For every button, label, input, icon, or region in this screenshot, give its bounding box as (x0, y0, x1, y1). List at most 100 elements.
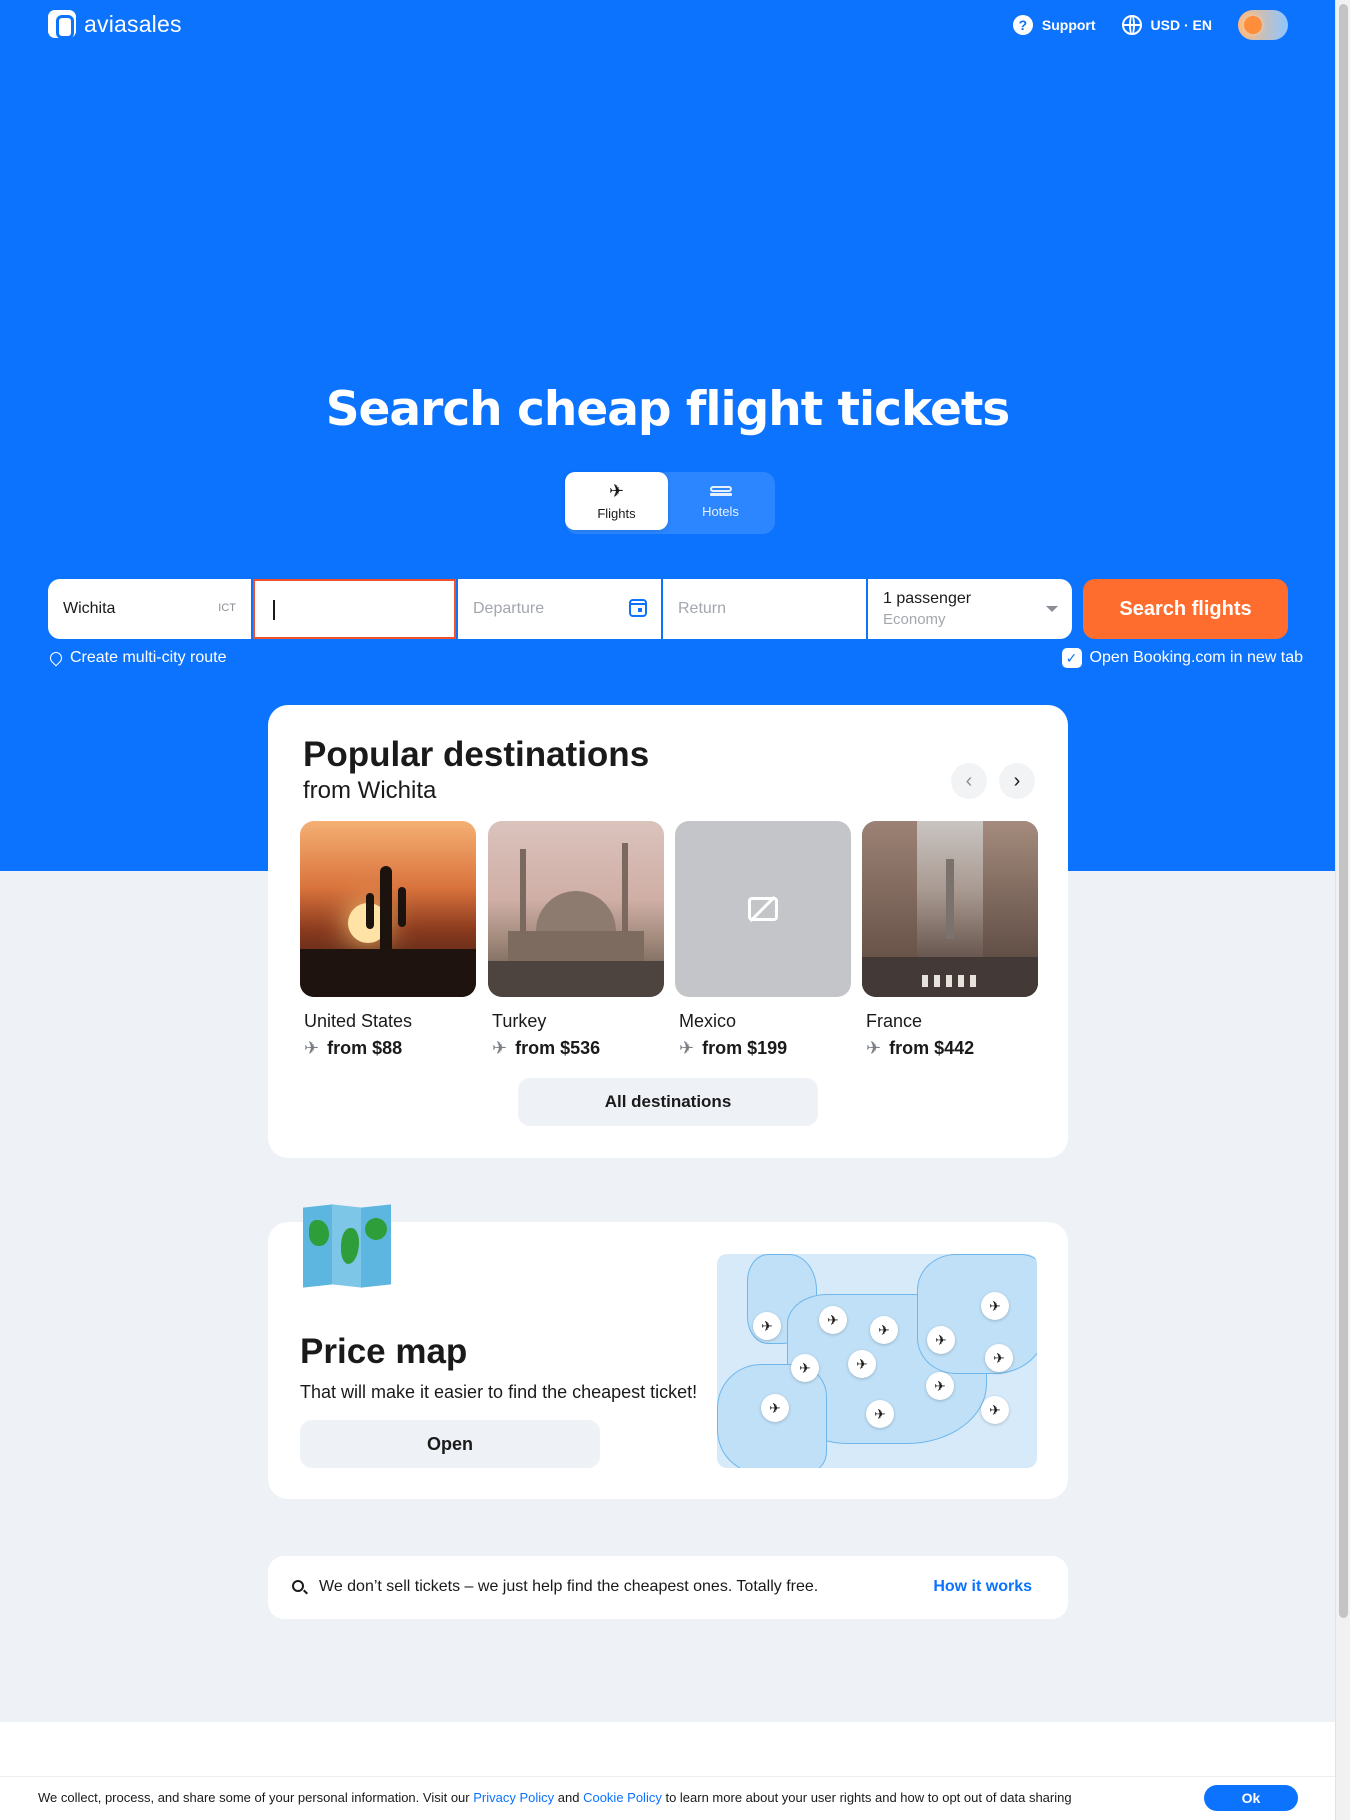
privacy-policy-link[interactable]: Privacy Policy (473, 1790, 554, 1805)
passengers-selector[interactable]: 1 passenger Economy (868, 579, 1072, 639)
destination-image (488, 821, 664, 997)
departure-date-field[interactable]: Departure (458, 579, 661, 639)
logo[interactable]: aviasales (48, 10, 182, 39)
price-map-open-button[interactable]: Open (300, 1420, 600, 1468)
destination-image (862, 821, 1038, 997)
carousel-next-button[interactable]: › (999, 763, 1035, 799)
destination-price-value: from $536 (515, 1038, 601, 1058)
plane-icon: ✈ (866, 1400, 894, 1428)
plane-icon: ✈ (492, 1038, 508, 1058)
plane-icon: ✈ (819, 1306, 847, 1334)
route-icon (48, 650, 64, 666)
cookie-ok-button[interactable]: Ok (1204, 1785, 1298, 1811)
bed-icon (709, 484, 732, 498)
popular-destinations-card: Popular destinations from Wichita ‹ › Un… (268, 705, 1068, 1158)
open-booking-checkbox[interactable]: ✓ Open Booking.com in new tab (1061, 648, 1303, 668)
text-cursor (273, 600, 275, 620)
destination-card[interactable]: Turkey ✈ from $536 (488, 821, 664, 1059)
plane-icon: ✈ (870, 1316, 898, 1344)
destination-image (300, 821, 476, 997)
origin-value: Wichita (63, 600, 116, 617)
no-image-icon (748, 897, 778, 921)
footer (0, 1722, 1335, 1776)
plane-icon: ✈ (679, 1038, 695, 1058)
info-banner: We don’t sell tickets – we just help fin… (268, 1556, 1068, 1619)
chevron-right-icon: › (1013, 769, 1021, 792)
plane-icon: ✈ (608, 480, 625, 501)
how-it-works-link[interactable]: How it works (933, 1578, 1032, 1596)
destination-price: ✈ from $536 (492, 1038, 664, 1059)
destination-price: ✈ from $199 (679, 1038, 851, 1059)
chevron-down-icon (1046, 606, 1058, 612)
help-icon: ? (1012, 15, 1033, 35)
destination-image-placeholder (675, 821, 851, 997)
currency-language-selector[interactable]: USD · EN (1121, 15, 1212, 35)
return-date-field[interactable]: Return (663, 579, 866, 639)
open-booking-label: Open Booking.com in new tab (1089, 649, 1303, 666)
cookie-text: We collect, process, and share some of y… (38, 1790, 1072, 1805)
destination-country: Mexico (679, 1011, 737, 1031)
destination-card[interactable]: France ✈ from $442 (862, 821, 1038, 1059)
destination-price-value: from $442 (889, 1038, 975, 1058)
scrollbar-thumb[interactable] (1339, 4, 1348, 1618)
destination-price-value: from $88 (327, 1038, 403, 1058)
origin-airport-code: ICT (218, 602, 236, 614)
tab-hotels[interactable]: Hotels (669, 472, 772, 530)
origin-field[interactable]: Wichita ICT (48, 579, 251, 639)
checkmark-icon[interactable]: ✓ (1061, 648, 1082, 668)
destination-country: France (866, 1011, 923, 1031)
destination-card[interactable]: Mexico ✈ from $199 (675, 821, 851, 1059)
plane-icon: ✈ (985, 1344, 1013, 1372)
plane-icon: ✈ (927, 1326, 955, 1354)
plane-icon: ✈ (761, 1394, 789, 1422)
return-placeholder: Return (678, 600, 727, 617)
destination-price: ✈ from $88 (304, 1038, 476, 1059)
all-destinations-button[interactable]: All destinations (518, 1078, 818, 1126)
plane-icon: ✈ (981, 1396, 1009, 1424)
flight-search-form: Wichita ICT Departure Return 1 passenger… (48, 579, 1072, 639)
page-scrollbar[interactable] (1335, 0, 1350, 1820)
search-icon (292, 1580, 304, 1592)
plane-icon: ✈ (753, 1312, 781, 1340)
plane-icon: ✈ (866, 1038, 882, 1058)
multi-city-link[interactable]: Create multi-city route (48, 649, 227, 667)
destination-price: ✈ from $442 (866, 1038, 1038, 1059)
destination-country: United States (304, 1011, 413, 1031)
logo-text: aviasales (84, 10, 182, 37)
plane-icon: ✈ (981, 1292, 1009, 1320)
theme-toggle[interactable] (1238, 10, 1288, 40)
globe-icon (1121, 15, 1142, 35)
plane-icon: ✈ (926, 1372, 954, 1400)
popular-subtitle: from Wichita (303, 777, 437, 804)
destination-price-value: from $199 (702, 1038, 788, 1058)
destination-field[interactable] (253, 579, 456, 639)
top-navigation: aviasales ? Support USD · EN (48, 10, 1288, 42)
cookie-policy-link[interactable]: Cookie Policy (583, 1790, 662, 1805)
carousel-prev-button[interactable]: ‹ (951, 763, 987, 799)
logo-icon (48, 10, 76, 39)
cookie-banner: We collect, process, and share some of y… (0, 1776, 1335, 1820)
support-link[interactable]: ? Support (1012, 15, 1096, 35)
price-map-subtitle: That will make it easier to find the che… (300, 1382, 698, 1402)
calendar-icon[interactable] (629, 599, 647, 617)
cabin-class: Economy (883, 611, 946, 628)
price-map-title: Price map (300, 1332, 468, 1371)
destination-card[interactable]: United States ✈ from $88 (300, 821, 476, 1059)
tab-flights-label: Flights (597, 505, 636, 521)
header-actions: ? Support USD · EN (1012, 10, 1288, 40)
plane-icon: ✈ (848, 1350, 876, 1378)
destination-country: Turkey (492, 1011, 547, 1031)
support-label: Support (1041, 17, 1096, 33)
popular-title: Popular destinations (303, 735, 650, 774)
price-map-card: Price map That will make it easier to fi… (268, 1204, 1068, 1499)
price-map-preview[interactable]: ✈ ✈ ✈ ✈ ✈ ✈ ✈ ✈ ✈ ✈ ✈ ✈ (717, 1254, 1037, 1468)
tab-flights[interactable]: ✈ Flights (565, 472, 668, 530)
info-text: We don’t sell tickets – we just help fin… (319, 1578, 819, 1595)
search-flights-button[interactable]: Search flights (1083, 579, 1288, 639)
plane-icon: ✈ (304, 1038, 320, 1058)
folded-map-icon (303, 1204, 391, 1288)
passenger-count: 1 passenger (883, 590, 972, 607)
page-title: Search cheap flight tickets (325, 382, 1011, 437)
chevron-left-icon: ‹ (965, 769, 973, 792)
tab-hotels-label: Hotels (702, 503, 739, 519)
